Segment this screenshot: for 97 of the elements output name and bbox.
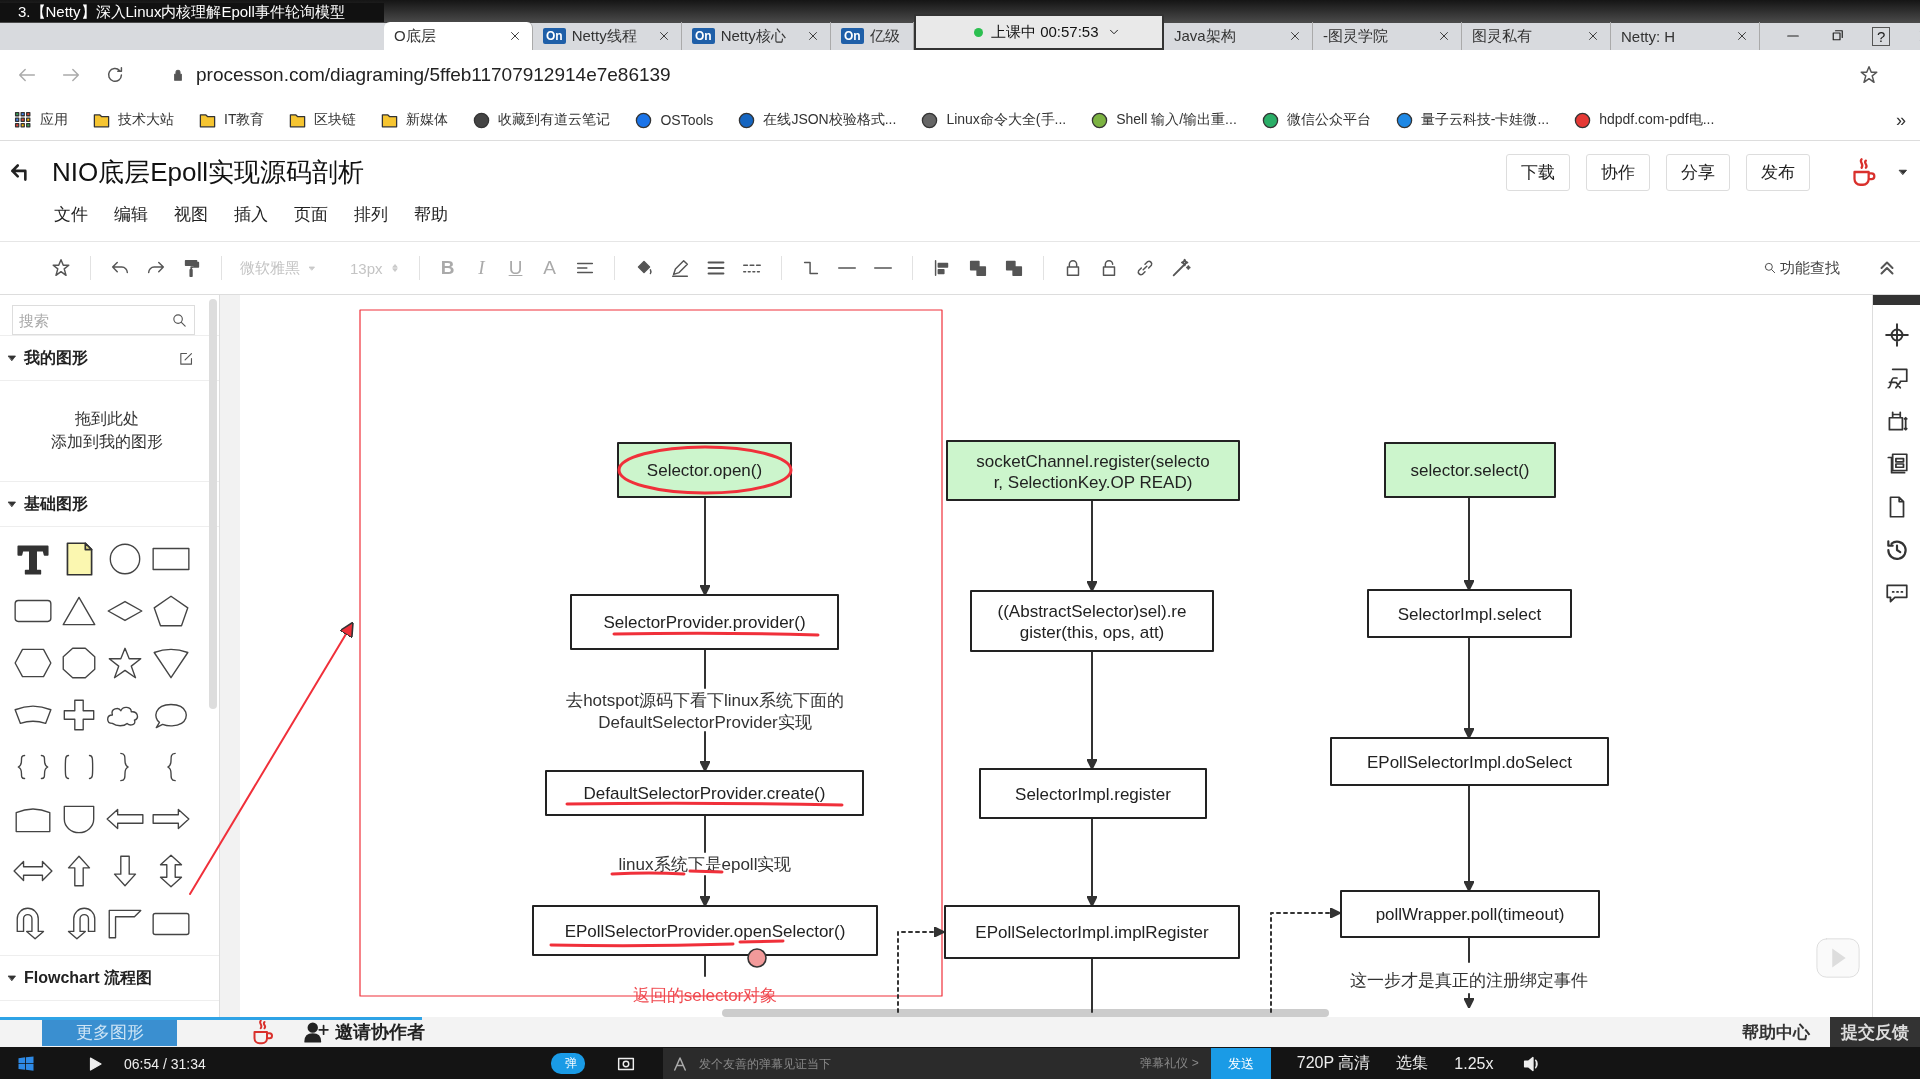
search-field[interactable]: 搜索 (12, 305, 195, 335)
section-title[interactable]: 我的图形 (24, 347, 88, 369)
section-title[interactable]: Flowchart 流程图 (24, 967, 152, 989)
action-button[interactable]: 下载 (1506, 153, 1570, 191)
action-button[interactable]: 协作 (1586, 153, 1650, 191)
annotation-text: 这一步才是真正的注册绑定事件 (1350, 971, 1588, 990)
process-box: EPollSelectorImpl.implRegister (944, 905, 1240, 959)
hexagon-icon[interactable] (12, 646, 54, 680)
action-button[interactable]: 分享 (1666, 153, 1730, 191)
bookmark[interactable]: OSTools (634, 110, 714, 130)
caret-icon[interactable] (6, 498, 18, 510)
document-title[interactable]: NIO底层Epoll实现源码剖析 (52, 154, 365, 190)
bookmark[interactable]: 区块链 (288, 110, 357, 130)
bookmark[interactable]: 技术大站 (92, 110, 174, 130)
site-icon (634, 110, 654, 130)
process-box: ((AbstractSelector)sel).re gister(this, ops, att) (970, 590, 1214, 652)
site-icon (1090, 110, 1110, 130)
speed-button[interactable]: 1.25x (1454, 1054, 1494, 1073)
search-icon[interactable] (1763, 261, 1777, 275)
close-icon[interactable] (806, 29, 820, 43)
feature-search[interactable]: 功能查找 (1763, 258, 1840, 278)
process-box: pollWrapper.poll(timeout) (1340, 890, 1600, 938)
close-icon[interactable] (1586, 29, 1600, 43)
process-box: SelectorImpl.register (979, 768, 1207, 819)
flow-arrow (699, 731, 711, 772)
site-icon (472, 110, 492, 130)
site-icon (1573, 110, 1593, 130)
flow-arrow (699, 875, 711, 907)
close-icon[interactable] (508, 29, 522, 43)
bookmark[interactable]: IT教育 (198, 110, 265, 130)
bookmark[interactable]: 在线JSON校验格式... (737, 110, 897, 130)
close-icon[interactable] (1735, 29, 1749, 43)
bookmark[interactable]: 收藏到有道云笔记 (472, 110, 611, 130)
menu-item[interactable]: 排列 (354, 203, 388, 226)
bookmark[interactable]: Linux命令大全(手... (920, 110, 1067, 130)
menu-item[interactable]: 编辑 (114, 203, 148, 226)
bookmark[interactable]: Shell 输入/输出重... (1090, 110, 1237, 130)
help-button[interactable]: ? (1872, 26, 1891, 46)
process-box: EPollSelectorProvider.openSelector() (532, 905, 878, 956)
process-box: SelectorImpl.select (1367, 589, 1572, 638)
class-timer[interactable]: 上课中 00:57:53 (914, 14, 1164, 50)
connector-line (704, 648, 706, 689)
flow-arrow (1463, 993, 1475, 1009)
connector-line (704, 954, 706, 977)
close-icon[interactable] (1288, 29, 1302, 43)
process-box: socketChannel.register(selecto r, SelectionKey.OP READ) (946, 440, 1240, 501)
process-box: EPollSelectorImpl.doSelect (1330, 737, 1609, 786)
process-box: DefaultSelectorProvider.create() (545, 770, 864, 816)
menu-item[interactable]: 视图 (174, 203, 208, 226)
menu-item[interactable]: 帮助 (414, 203, 448, 226)
browser-tab[interactable]: O底层 (384, 22, 533, 50)
feedback-button[interactable]: 提交反馈 (1830, 1017, 1920, 1047)
bookmark[interactable]: 微信公众平台 (1260, 110, 1371, 130)
menu-item[interactable]: 文件 (54, 203, 88, 226)
bookmark[interactable]: hdpdf.com-pdf电... (1573, 110, 1715, 130)
etiquette-link[interactable]: 弹幕礼仪 > (1140, 1055, 1199, 1072)
episodes-button[interactable]: 选集 (1396, 1053, 1429, 1074)
caret-icon[interactable] (6, 352, 18, 364)
more-bookmarks-button[interactable]: » (1896, 109, 1906, 131)
playback-time: 06:54 / 31:34 (124, 1055, 206, 1072)
crosshair-icon[interactable] (1883, 322, 1910, 348)
bookmark[interactable]: 量子云科技-卡娃微... (1394, 110, 1550, 130)
close-icon[interactable] (657, 29, 671, 43)
menu-item[interactable]: 页面 (294, 203, 328, 226)
connector-line (1468, 936, 1470, 963)
site-icon (920, 110, 940, 130)
bookmark-star-icon[interactable] (1858, 64, 1880, 86)
scrollbar[interactable] (722, 1009, 1329, 1017)
url-field[interactable]: processon.com/diagraming/5ffeb11707912914e7e86139 (196, 64, 671, 86)
connector-line (1091, 957, 1093, 1013)
drop-zone[interactable]: 拖到此处 添加到我的图形 (10, 381, 203, 481)
help-center-link[interactable]: 帮助中心 (1742, 1020, 1810, 1044)
process-box: SelectorProvider.provider() (570, 594, 839, 650)
status-dot (974, 27, 983, 37)
menu-item[interactable]: 插入 (234, 203, 268, 226)
connector-line (704, 814, 706, 853)
panel-header (1873, 295, 1920, 305)
close-icon[interactable] (1437, 29, 1451, 43)
apps-icon (14, 110, 33, 130)
search-icon[interactable] (171, 312, 188, 329)
process-box: selector.select() (1384, 442, 1556, 498)
video-title: 3.【Netty】深入Linux内核理解Epoll事件轮询模型 (0, 3, 384, 22)
invite-link[interactable]: 邀请协作者 (335, 1020, 425, 1044)
cursor-dot (747, 948, 767, 968)
caret-icon[interactable] (6, 972, 18, 984)
bookmark[interactable]: 新媒体 (380, 110, 449, 130)
action-button[interactable]: 发布 (1746, 153, 1810, 191)
site-icon (737, 110, 757, 130)
site-icon (1394, 110, 1414, 130)
section-title[interactable]: 基础图形 (24, 493, 88, 515)
site-icon (1260, 110, 1280, 130)
quality-button[interactable]: 720P 高清 (1296, 1053, 1371, 1074)
bookmark[interactable]: 应用 (14, 110, 68, 130)
pointer-star-icon[interactable] (50, 257, 72, 279)
danmaku-field[interactable]: 发个友善的弹幕见证当下 弹幕礼仪 > (662, 1048, 1211, 1079)
annotation-text: 去hotspot源码下看下linux系统下面的 DefaultSelectorProvider实现 (566, 691, 844, 732)
scrollbar[interactable] (209, 299, 217, 709)
